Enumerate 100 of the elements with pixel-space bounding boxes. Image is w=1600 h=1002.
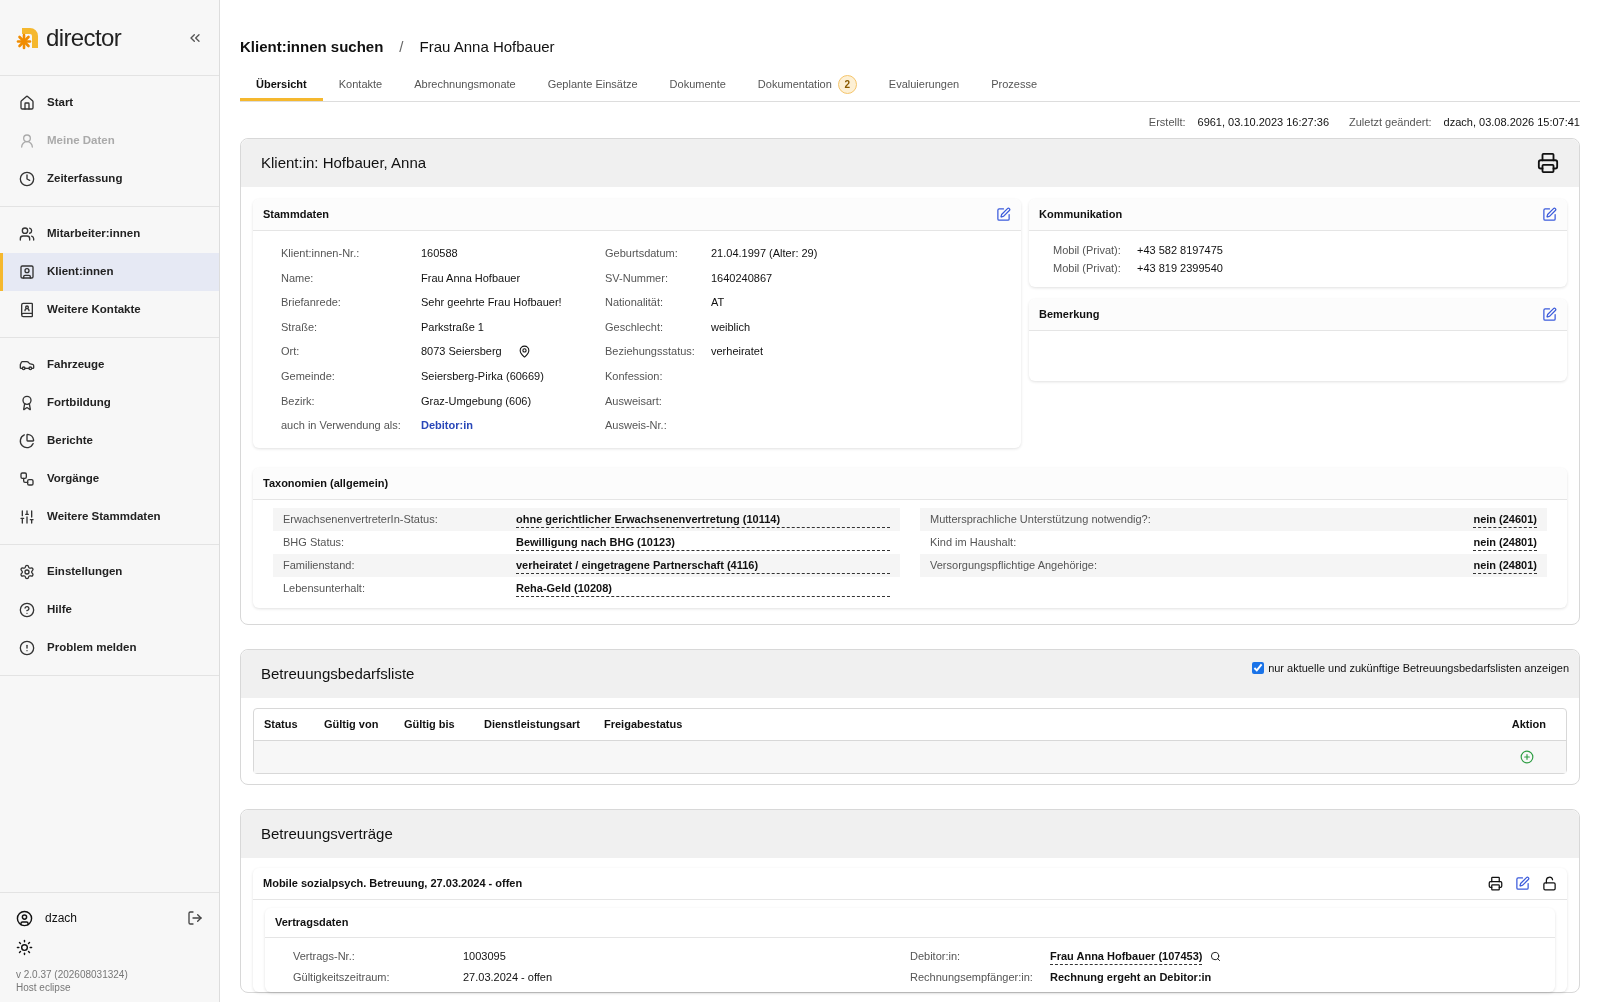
help-icon: [19, 602, 35, 618]
section-title: Kommunikation: [1039, 207, 1123, 223]
field-value: 27.03.2024 - offen: [463, 970, 553, 985]
panel-title: Betreuungsbedarfsliste: [261, 663, 415, 684]
field-label: Nationalität:: [605, 295, 665, 311]
nav-item[interactable]: Start: [0, 84, 219, 122]
tab[interactable]: Dokumente: [653, 70, 742, 101]
contract-title: Mobile sozialpsych. Betreuung, 27.03.2024 - offen: [263, 876, 523, 891]
tab[interactable]: Geplante Einsätze: [531, 70, 654, 101]
column-header: Gültig bis: [404, 717, 456, 732]
edit-button[interactable]: [1542, 207, 1557, 222]
field-value: 21.04.1997 (Alter: 29): [711, 246, 818, 262]
taxonomy-label: Familienstand:: [283, 558, 355, 573]
nav-item[interactable]: Berichte: [0, 422, 219, 460]
field-value: Sehr geehrte Frau Hofbauer!: [421, 295, 562, 311]
settings-icon: [19, 564, 35, 580]
field-label: Gemeinde:: [281, 369, 336, 384]
tab[interactable]: Prozesse: [975, 70, 1054, 101]
column-header: Aktion: [1511, 717, 1546, 732]
workflow-icon: [19, 471, 35, 487]
field-value: Parkstraße 1: [421, 319, 484, 335]
field-value: weiblich: [711, 319, 751, 335]
theme-icon[interactable]: [16, 939, 33, 956]
taxonomy-value[interactable]: Bewilligung nach BHG (10123): [516, 533, 890, 551]
field-label: Klient:innen-Nr.:: [281, 246, 361, 262]
field-value: Frau Anna Hofbauer: [421, 270, 521, 286]
filter-label: nur aktuelle und zukünftige Betreuungsbedarfslisten anzeigen: [1268, 660, 1569, 676]
field-label: Bezirk:: [281, 393, 316, 409]
meta-label: Zuletzt geändert:: [1349, 114, 1432, 130]
field-label: Geburtsdatum:: [605, 246, 679, 262]
clock-icon: [19, 171, 35, 187]
breadcrumb-link[interactable]: Klient:innen suchen: [240, 36, 384, 59]
people-icon: [19, 226, 35, 242]
map-pin-icon[interactable]: [517, 345, 531, 359]
taxonomy-value[interactable]: nein (24801): [1473, 533, 1537, 551]
nav-item[interactable]: Mitarbeiter:innen: [0, 215, 219, 253]
tab[interactable]: Übersicht: [240, 70, 323, 101]
filter-checkbox[interactable]: [1252, 662, 1265, 674]
field-label: Geschlecht:: [605, 319, 665, 335]
field-value[interactable]: Frau Anna Hofbauer (107453): [1050, 947, 1203, 965]
tab[interactable]: Dokumentation 2: [741, 70, 873, 101]
taxonomy-value[interactable]: ohne gerichtlicher Erwachsenenvertretung (10114): [516, 510, 890, 528]
phone-number: +43 582 8197475: [1137, 242, 1223, 258]
taxonomy-value[interactable]: nein (24801): [1473, 556, 1537, 574]
field-label: Name:: [281, 270, 315, 286]
search-icon[interactable]: [1210, 950, 1222, 962]
nav-item[interactable]: Fortbildung: [0, 384, 219, 422]
nav-item[interactable]: Hilfe: [0, 591, 219, 629]
pie-chart-icon: [19, 433, 35, 449]
sliders-icon: [19, 509, 35, 525]
section-title: Stammdaten: [263, 207, 330, 223]
tab[interactable]: Abrechnungsmonate: [398, 70, 532, 101]
edit-button[interactable]: [1542, 307, 1557, 322]
tab[interactable]: Evaluierungen: [872, 70, 976, 101]
tab[interactable]: Kontakte: [322, 70, 399, 101]
contact-card-icon: [19, 264, 35, 280]
field-value: 1640240867: [711, 270, 773, 286]
field-value: 160588: [421, 246, 458, 262]
field-value: verheiratet: [711, 344, 763, 360]
taxonomy-value[interactable]: nein (24601): [1473, 510, 1537, 528]
field-label: Rechnungsempfänger:in:: [910, 970, 1034, 985]
logo-text: director: [46, 22, 122, 53]
logout-icon[interactable]: [187, 910, 203, 926]
section-title: Taxonomien (allgemein): [263, 476, 389, 491]
taxonomy-label: BHG Status:: [283, 535, 345, 550]
field-label: SV-Nummer:: [605, 270, 669, 286]
nav-item[interactable]: Problem melden: [0, 629, 219, 667]
nav-item[interactable]: Weitere Kontakte: [0, 291, 219, 329]
section-title: Vertragsdaten: [275, 915, 349, 930]
lock-icon[interactable]: [1542, 875, 1557, 891]
debitor-link[interactable]: Debitor:in: [421, 417, 473, 434]
nav-item[interactable]: Vorgänge: [0, 460, 219, 498]
edit-button[interactable]: [996, 207, 1011, 222]
field-value: Seiersberg-Pirka (60669): [421, 369, 544, 384]
add-icon[interactable]: [1520, 749, 1534, 764]
field-label: Ort:: [281, 344, 301, 360]
user-name: dzach: [45, 910, 78, 927]
field-value: 8073 Seiersberg: [421, 344, 502, 360]
field-value: AT: [711, 295, 725, 311]
taxonomy-value[interactable]: Reha-Geld (10208): [516, 579, 890, 597]
version-text: v 2.0.37 (202608031324): [16, 968, 129, 981]
taxonomy-value[interactable]: verheiratet / eingetragene Partnerschaft (4116): [516, 556, 890, 574]
panel-title: Klient:in: Hofbauer, Anna: [261, 152, 427, 173]
print-icon[interactable]: [1488, 875, 1503, 891]
taxonomy-label: Kind im Haushalt:: [930, 535, 1017, 550]
field-label: auch in Verwendung als:: [281, 418, 402, 434]
field-label: Gültigkeitszeitraum:: [293, 970, 391, 985]
print-button[interactable]: [1537, 152, 1559, 174]
nav-item[interactable]: Einstellungen: [0, 553, 219, 591]
edit-icon[interactable]: [1515, 875, 1530, 891]
meta-label: Erstellt:: [1148, 114, 1186, 130]
field-label: Beziehungsstatus:: [605, 344, 696, 360]
nav-item[interactable]: Klient:innen: [0, 253, 219, 291]
field-label: Briefanrede:: [281, 295, 342, 311]
nav-item[interactable]: Zeiterfassung: [0, 160, 219, 198]
logo-icon: [16, 25, 40, 50]
person-icon: [19, 133, 35, 149]
nav-item[interactable]: Weitere Stammdaten: [0, 498, 219, 536]
column-header: Dienstleistungsart: [484, 717, 581, 732]
nav-item[interactable]: Fahrzeuge: [0, 346, 219, 384]
